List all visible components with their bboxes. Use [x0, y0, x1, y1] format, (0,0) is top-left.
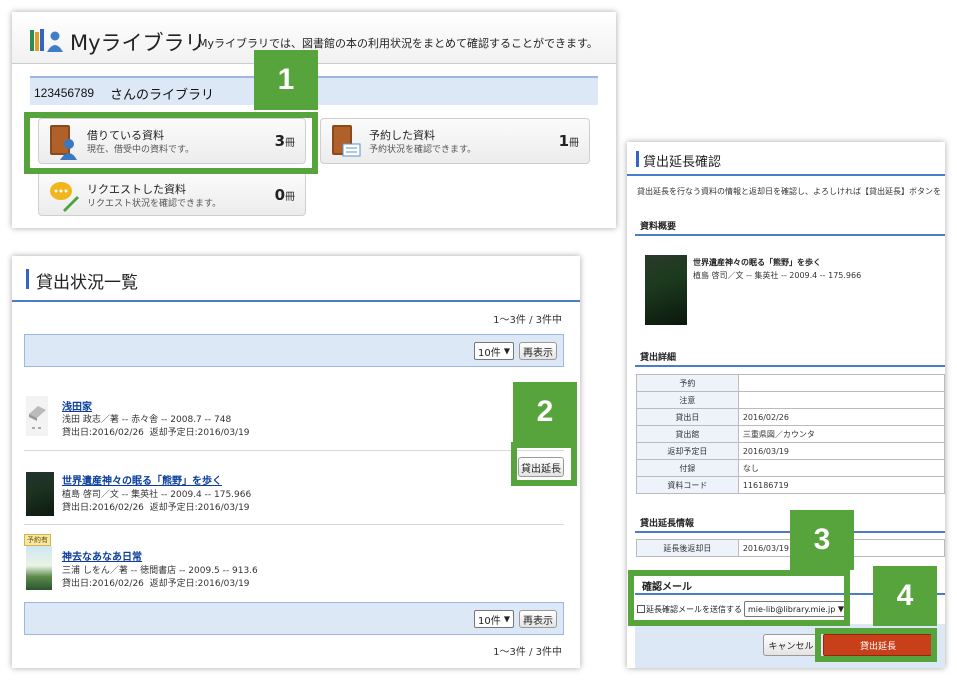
pager-bar-top: 10件 ▼ 再表示	[24, 334, 564, 367]
step4-highlight	[815, 628, 937, 662]
chevron-down-icon: ▼	[503, 614, 510, 624]
loan-list-panel: 貸出状況一覧 1～3件 / 3件中 10件 ▼ 再表示 浅田家 浅田 政志／著 -…	[12, 256, 580, 668]
tile-subtitle: 予約状況を確認できます。	[369, 145, 477, 155]
detail-heading: 貸出詳細	[640, 353, 677, 363]
step1-highlight	[24, 112, 318, 174]
detail-line	[635, 365, 945, 367]
step1-badge: 1	[254, 50, 318, 110]
item-title-link[interactable]: 神去なあなあ日常	[62, 548, 142, 563]
per-page-select[interactable]: 10件 ▼	[474, 342, 514, 360]
book-title: 世界遺産神々の眠る「熊野」を歩く	[693, 258, 821, 267]
step2-highlight	[511, 442, 577, 486]
divider	[24, 524, 564, 525]
range-text-top: 1～3件 / 3件中	[493, 315, 562, 326]
summary-line	[635, 234, 945, 236]
item-dates: 貸出日:2016/02/26 返却予定日:2016/03/19	[62, 428, 250, 438]
user-suffix: さんのライブラリ	[110, 88, 215, 103]
page-title: Myライブラリ	[70, 31, 206, 55]
table-row: 貸出館 三重県図／カウンタ	[636, 425, 945, 443]
table-row: 返却予定日 2016/03/19	[636, 442, 945, 460]
per-page-select[interactable]: 10件 ▼	[474, 610, 514, 628]
table-row: 資料コード 116186719	[636, 476, 945, 494]
books-icon	[30, 28, 64, 52]
loan-list-title: 貸出状況一覧	[36, 273, 138, 293]
extend-heading: 貸出延長情報	[640, 519, 695, 529]
step3-badge: 3	[790, 510, 854, 570]
divider	[24, 450, 564, 451]
tile-count: 1冊	[558, 132, 579, 150]
item-meta: 三浦 しをん／著 -- 徳間書店 -- 2009.5 -- 913.6	[62, 566, 258, 576]
request-chat-icon	[49, 180, 79, 216]
reserved-badge: 予約有	[24, 534, 51, 546]
tile-title: リクエストした資料	[87, 183, 186, 196]
title-accent-bar	[26, 269, 29, 289]
table-row: 注意	[636, 391, 945, 409]
item-dates: 貸出日:2016/02/26 返却予定日:2016/03/19	[62, 579, 250, 589]
item-title-link[interactable]: 世界遺産神々の眠る「熊野」を歩く	[62, 472, 222, 487]
confirm-intro: 貸出延長を行なう資料の情報と返却日を確認し、よろしければ【貸出延長】ボタンを	[637, 187, 941, 196]
no-image-book-icon	[26, 396, 48, 436]
item-meta: 植島 啓司／文 -- 集英社 -- 2009.4 -- 175.966	[62, 490, 252, 500]
cancel-button[interactable]: キャンセル	[763, 634, 819, 656]
pager-bar-bottom: 10件 ▼ 再表示	[24, 602, 564, 635]
item-meta: 浅田 政志／著 -- 赤々舎 -- 2008.7 -- 748	[62, 415, 232, 425]
table-row: 貸出日 2016/02/26	[636, 408, 945, 426]
redisplay-button[interactable]: 再表示	[519, 342, 557, 360]
user-id: 123456789	[34, 86, 95, 100]
tile-count: 0冊	[274, 186, 295, 204]
confirm-title: 貸出延長確認	[643, 155, 722, 170]
tile-requested[interactable]: リクエストした資料 リクエスト状況を確認できます。 0冊	[38, 172, 306, 216]
chevron-down-icon: ▼	[503, 346, 510, 356]
title-accent-bar	[636, 151, 639, 167]
book-meta: 植島 啓司／文 -- 集英社 -- 2009.4 -- 175.966	[693, 271, 862, 280]
step3-highlight	[628, 570, 850, 626]
item-dates: 貸出日:2016/02/26 返却予定日:2016/03/19	[62, 503, 250, 513]
loan-detail-table: 予約 注意 貸出日 2016/02/26 貸出館 三重県図／カウンタ 返却予定日 20…	[636, 374, 945, 494]
tile-title: 予約した資料	[369, 129, 435, 142]
range-text-bottom: 1～3件 / 3件中	[493, 647, 562, 658]
reserved-book-icon	[331, 124, 361, 164]
table-row: 予約	[636, 374, 945, 392]
table-row: 付録 なし	[636, 459, 945, 477]
book-cover-image	[26, 472, 54, 516]
loan-list-header: 貸出状況一覧	[12, 256, 580, 302]
step4-badge: 4	[873, 566, 937, 626]
tile-reserved[interactable]: 予約した資料 予約状況を確認できます。 1冊	[320, 118, 590, 164]
book-cover-image	[26, 546, 52, 590]
book-cover-image	[645, 255, 687, 325]
step2-badge: 2	[513, 382, 577, 442]
summary-heading: 資料概要	[640, 222, 677, 232]
tile-subtitle: リクエスト状況を確認できます。	[87, 199, 222, 209]
redisplay-button[interactable]: 再表示	[519, 610, 557, 628]
confirm-header: 貸出延長確認	[627, 142, 945, 176]
page-description: Myライブラリでは、図書館の本の利用状況をまとめて確認することができます。	[198, 37, 598, 50]
item-title-link[interactable]: 浅田家	[62, 398, 92, 413]
